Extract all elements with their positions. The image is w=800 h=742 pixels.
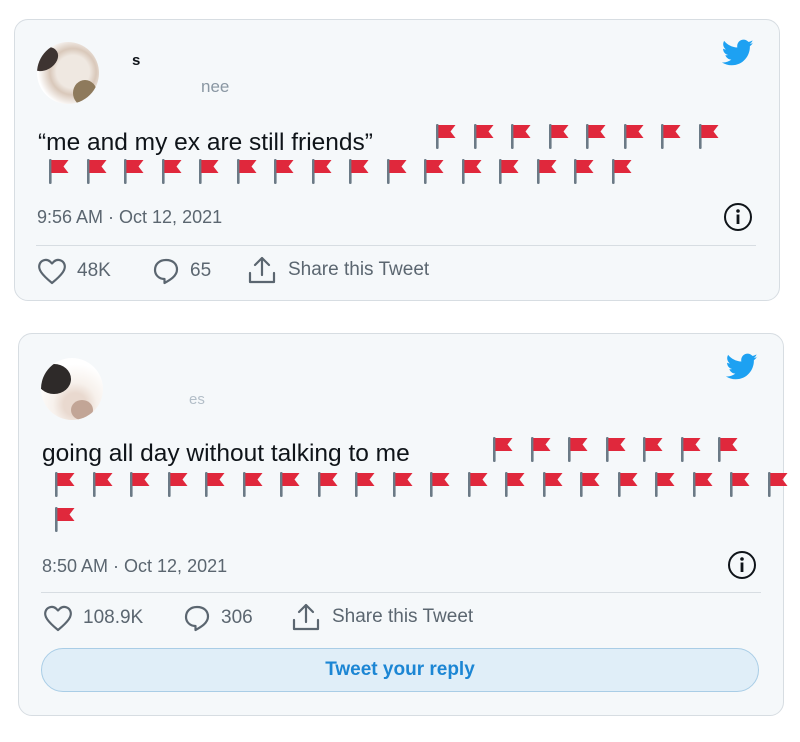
red-flag-icon: [84, 157, 109, 185]
red-flag-icon: [52, 505, 77, 533]
red-flag-icon: [346, 157, 371, 185]
author-name[interactable]: s: [132, 52, 140, 69]
red-flag-icon: [658, 122, 683, 150]
flag-row: [433, 122, 733, 150]
divider: [36, 245, 756, 246]
share-label: Share this Tweet: [288, 259, 430, 280]
red-flag-icon: [690, 470, 715, 498]
flag-row: [52, 470, 800, 498]
red-flag-icon: [571, 157, 596, 185]
red-flag-icon: [465, 470, 490, 498]
share-icon: [292, 603, 320, 631]
red-flag-icon: [202, 470, 227, 498]
twitter-bird-icon[interactable]: [726, 353, 758, 381]
like-count: 108.9K: [83, 607, 144, 628]
red-flag-icon: [52, 470, 77, 498]
red-flag-icon: [240, 470, 265, 498]
info-icon[interactable]: [727, 550, 757, 580]
author-handle[interactable]: es: [189, 391, 205, 408]
red-flag-icon: [127, 470, 152, 498]
flag-row: [46, 157, 646, 185]
reply-bubble-icon: [153, 258, 179, 285]
flag-row: [52, 505, 90, 533]
red-flag-icon: [315, 470, 340, 498]
red-flag-icon: [121, 157, 146, 185]
red-flag-icon: [640, 435, 665, 463]
red-flag-icon: [421, 157, 446, 185]
share-label: Share this Tweet: [332, 606, 474, 627]
tweet-your-reply-button[interactable]: Tweet your reply: [41, 648, 759, 692]
red-flag-icon: [496, 157, 521, 185]
reply-bubble-icon: [184, 605, 210, 632]
like-button[interactable]: 108.9K: [43, 604, 143, 632]
red-flag-icon: [652, 470, 677, 498]
heart-icon: [38, 258, 66, 285]
red-flag-icon: [90, 470, 115, 498]
tweet-text: going all day without talking to me: [42, 440, 410, 467]
red-flag-icon: [390, 470, 415, 498]
twitter-bird-icon[interactable]: [722, 39, 754, 67]
red-flag-icon: [508, 122, 533, 150]
tweet-timestamp[interactable]: 9:56 AM · Oct 12, 2021: [37, 207, 222, 228]
red-flag-icon: [427, 470, 452, 498]
red-flag-icon: [234, 157, 259, 185]
reply-button[interactable]: 306: [183, 604, 253, 632]
red-flag-icon: [459, 157, 484, 185]
red-flag-icon: [540, 470, 565, 498]
red-flag-icon: [615, 470, 640, 498]
red-flag-icon: [165, 470, 190, 498]
red-flag-icon: [696, 122, 721, 150]
red-flag-icon: [502, 470, 527, 498]
red-flag-icon: [603, 435, 628, 463]
tweet-card-2[interactable]: es going all day without talking to me 8…: [18, 333, 787, 716]
red-flag-icon: [384, 157, 409, 185]
share-tweet-button[interactable]: Share this Tweet: [246, 255, 429, 285]
author-handle[interactable]: nee: [201, 77, 229, 97]
red-flag-icon: [546, 122, 571, 150]
divider: [41, 592, 761, 593]
red-flag-icon: [621, 122, 646, 150]
share-tweet-button[interactable]: Share this Tweet: [290, 602, 473, 632]
red-flag-icon: [609, 157, 634, 185]
heart-icon: [44, 605, 72, 632]
tweet-timestamp[interactable]: 8:50 AM · Oct 12, 2021: [42, 556, 227, 577]
red-flag-icon: [534, 157, 559, 185]
like-count: 48K: [77, 260, 111, 281]
red-flag-icon: [715, 435, 740, 463]
info-icon[interactable]: [723, 202, 753, 232]
tweet-card-1[interactable]: s nee “me and my ex are still friends” 9…: [14, 19, 780, 301]
red-flag-icon: [490, 435, 515, 463]
red-flag-icon: [583, 122, 608, 150]
red-flag-icon: [565, 435, 590, 463]
red-flag-icon: [196, 157, 221, 185]
red-flag-icon: [765, 470, 790, 498]
reply-count: 65: [190, 260, 212, 281]
like-button[interactable]: 48K: [37, 257, 111, 285]
red-flag-icon: [727, 470, 752, 498]
red-flag-icon: [46, 157, 71, 185]
red-flag-icon: [352, 470, 377, 498]
red-flag-icon: [159, 157, 184, 185]
red-flag-icon: [528, 435, 553, 463]
red-flag-icon: [471, 122, 496, 150]
share-icon: [248, 256, 276, 284]
avatar[interactable]: [41, 358, 103, 420]
tweet-text: “me and my ex are still friends”: [38, 129, 373, 156]
avatar[interactable]: [37, 42, 99, 104]
flag-row: [490, 435, 753, 463]
red-flag-icon: [433, 122, 458, 150]
red-flag-icon: [271, 157, 296, 185]
red-flag-icon: [678, 435, 703, 463]
red-flag-icon: [577, 470, 602, 498]
red-flag-icon: [309, 157, 334, 185]
reply-button[interactable]: 65: [152, 257, 211, 285]
reply-count: 306: [221, 607, 253, 628]
red-flag-icon: [277, 470, 302, 498]
